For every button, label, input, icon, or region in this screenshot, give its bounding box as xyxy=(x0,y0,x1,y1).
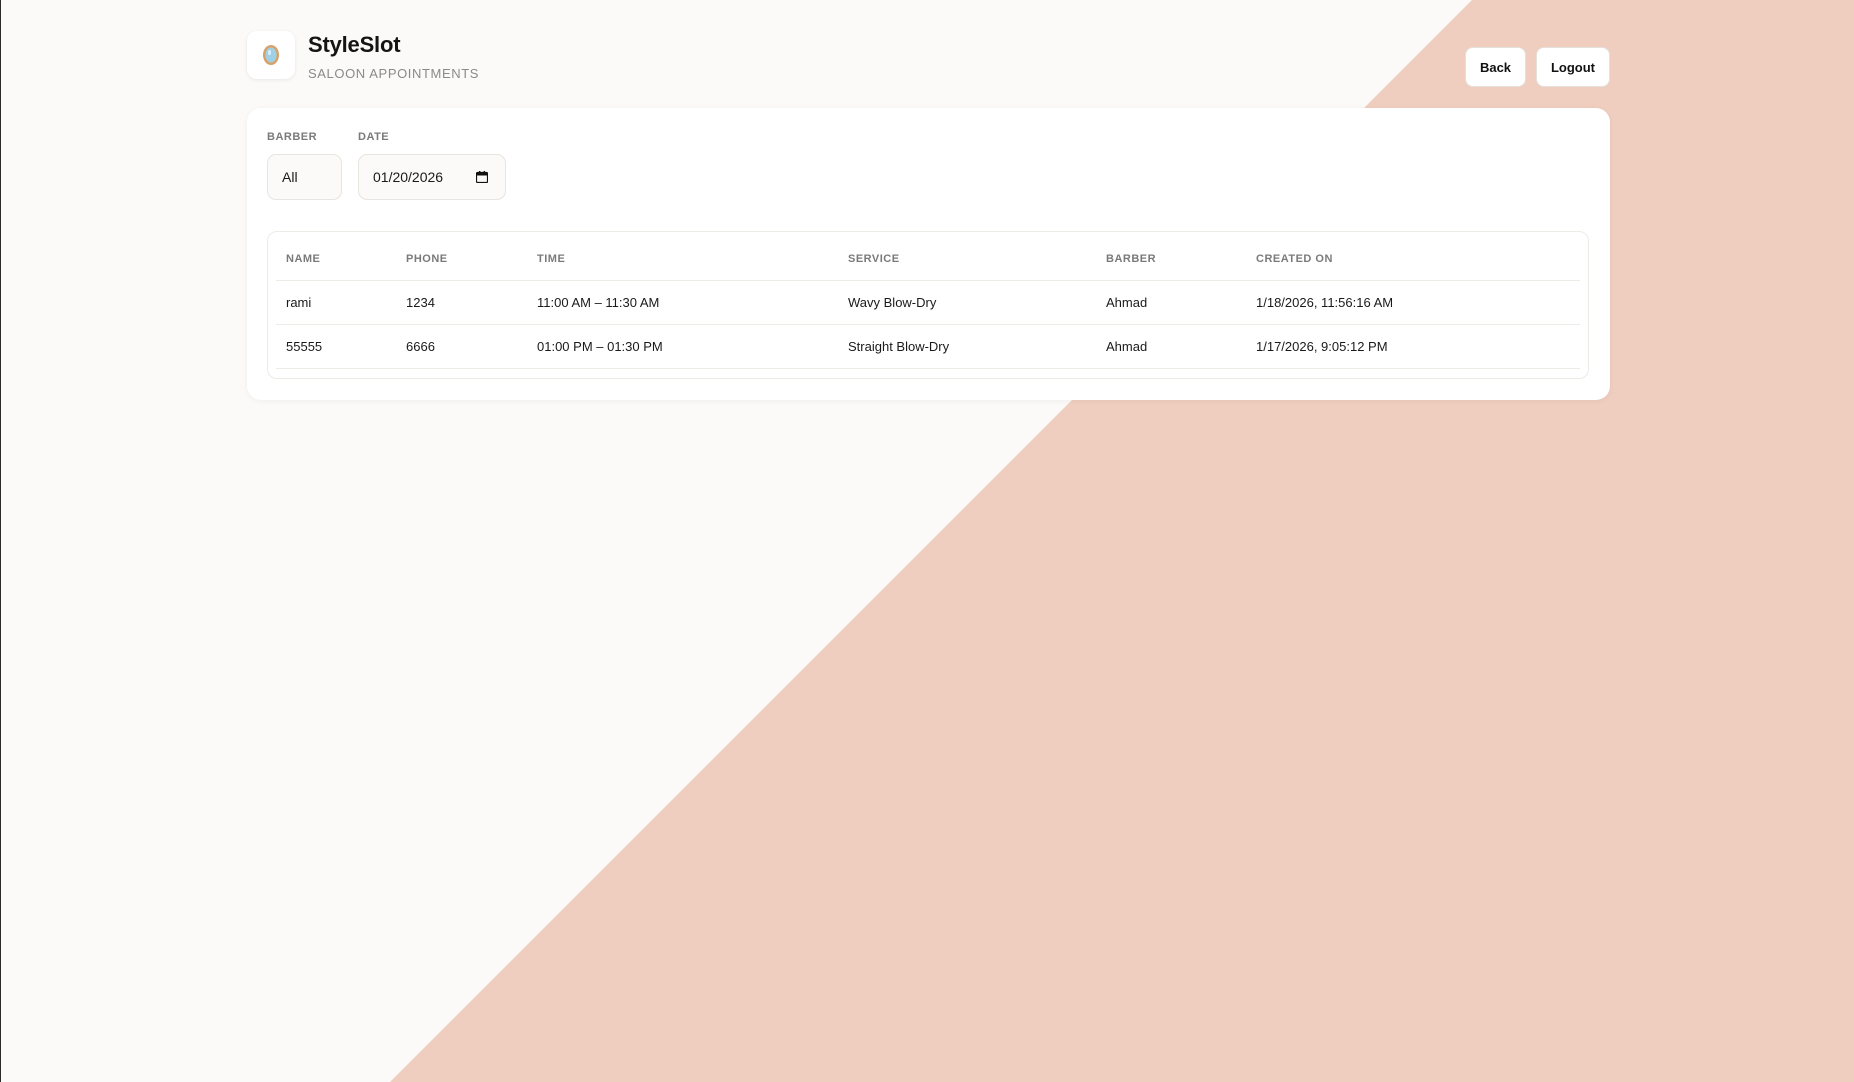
cell-name: 55555 xyxy=(276,324,396,369)
barber-filter: BARBER All xyxy=(267,130,342,200)
cell-barber: Ahmad xyxy=(1096,280,1246,325)
cell-time: 11:00 AM – 11:30 AM xyxy=(527,280,838,325)
date-input-value: 01/20/2026 xyxy=(373,169,444,185)
cell-service: Straight Blow-Dry xyxy=(838,324,1096,369)
app-subtitle: SALOON APPOINTMENTS xyxy=(308,66,480,81)
calendar-icon[interactable] xyxy=(476,171,488,183)
table-row: 55555 6666 01:00 PM – 01:30 PM Straight … xyxy=(276,324,1580,369)
cell-phone: 6666 xyxy=(396,324,527,369)
date-input[interactable]: 01/20/2026 xyxy=(358,154,506,200)
date-filter-label: DATE xyxy=(358,131,390,143)
app-header: StyleSlot SALOON APPOINTMENTS Back Logou… xyxy=(247,31,1610,91)
logo xyxy=(247,31,295,79)
column-header-name: NAME xyxy=(276,238,396,281)
cell-name: rami xyxy=(276,280,396,325)
cell-created-on: 1/18/2026, 11:56:16 AM xyxy=(1246,280,1580,325)
appointments-card: BARBER All DATE 01/20/2026 NAME PHONE TI… xyxy=(247,108,1610,400)
mirror-icon xyxy=(263,45,279,65)
cell-created-on: 1/17/2026, 9:05:12 PM xyxy=(1246,324,1580,369)
column-header-time: TIME xyxy=(527,238,838,281)
app-title: StyleSlot xyxy=(308,32,401,57)
barber-select-value: All xyxy=(282,169,298,185)
column-header-phone: PHONE xyxy=(396,238,527,281)
date-filter: DATE 01/20/2026 xyxy=(358,130,506,200)
cell-time: 01:00 PM – 01:30 PM xyxy=(527,324,838,369)
column-header-service: SERVICE xyxy=(838,238,1096,281)
logout-button[interactable]: Logout xyxy=(1536,47,1610,87)
column-header-barber: BARBER xyxy=(1096,238,1246,281)
table-header-row: NAME PHONE TIME SERVICE BARBER CREATED O… xyxy=(276,238,1580,281)
cell-service: Wavy Blow-Dry xyxy=(838,280,1096,325)
back-button[interactable]: Back xyxy=(1465,47,1526,87)
cell-barber: Ahmad xyxy=(1096,324,1246,369)
barber-filter-label: BARBER xyxy=(267,131,318,143)
cell-phone: 1234 xyxy=(396,280,527,325)
appointments-table: NAME PHONE TIME SERVICE BARBER CREATED O… xyxy=(276,238,1580,369)
barber-select[interactable]: All xyxy=(267,154,342,200)
table-row: rami 1234 11:00 AM – 11:30 AM Wavy Blow-… xyxy=(276,280,1580,325)
window-left-edge xyxy=(0,0,1,1082)
appointments-table-container: NAME PHONE TIME SERVICE BARBER CREATED O… xyxy=(267,231,1589,379)
column-header-created-on: CREATED ON xyxy=(1246,238,1580,281)
